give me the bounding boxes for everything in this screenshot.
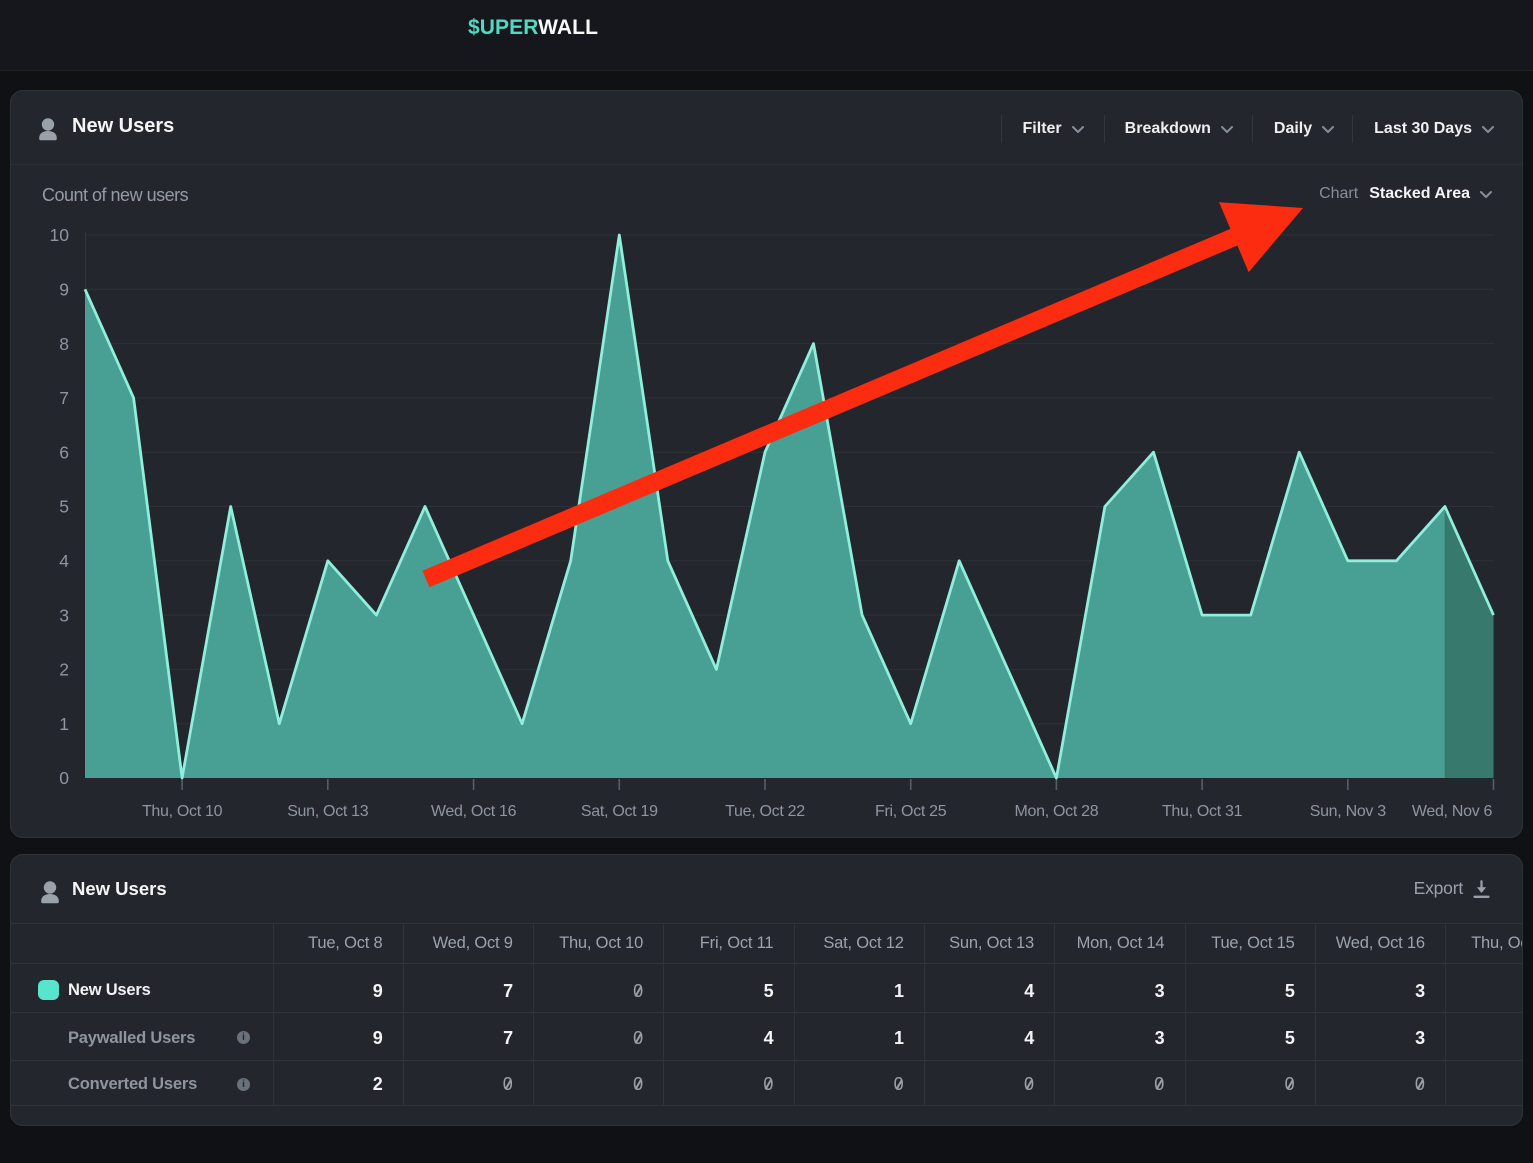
svg-text:Thu, Oct 31: Thu, Oct 31 bbox=[1162, 803, 1243, 820]
svg-text:Thu, Oct 10: Thu, Oct 10 bbox=[142, 803, 223, 820]
svg-text:Mon, Oct 28: Mon, Oct 28 bbox=[1014, 803, 1098, 820]
svg-text:Tue, Oct 22: Tue, Oct 22 bbox=[725, 803, 805, 820]
svg-text:7: 7 bbox=[59, 388, 69, 408]
svg-text:0: 0 bbox=[59, 768, 69, 788]
svg-text:8: 8 bbox=[59, 334, 69, 354]
svg-text:Wed, Oct 16: Wed, Oct 16 bbox=[431, 803, 517, 820]
svg-text:6: 6 bbox=[59, 442, 69, 462]
svg-text:1: 1 bbox=[59, 714, 69, 734]
svg-text:9: 9 bbox=[59, 280, 69, 300]
svg-text:Fri, Oct 25: Fri, Oct 25 bbox=[875, 803, 947, 820]
svg-text:Sun, Oct 13: Sun, Oct 13 bbox=[287, 803, 369, 820]
svg-text:10: 10 bbox=[50, 225, 70, 245]
svg-text:Sun, Nov 3: Sun, Nov 3 bbox=[1310, 803, 1387, 820]
svg-text:3: 3 bbox=[59, 605, 69, 625]
svg-text:2: 2 bbox=[59, 660, 69, 680]
svg-text:5: 5 bbox=[59, 497, 69, 517]
svg-text:Sat, Oct 19: Sat, Oct 19 bbox=[581, 803, 658, 820]
svg-text:4: 4 bbox=[59, 551, 69, 571]
svg-text:Wed, Nov 6: Wed, Nov 6 bbox=[1412, 803, 1493, 820]
